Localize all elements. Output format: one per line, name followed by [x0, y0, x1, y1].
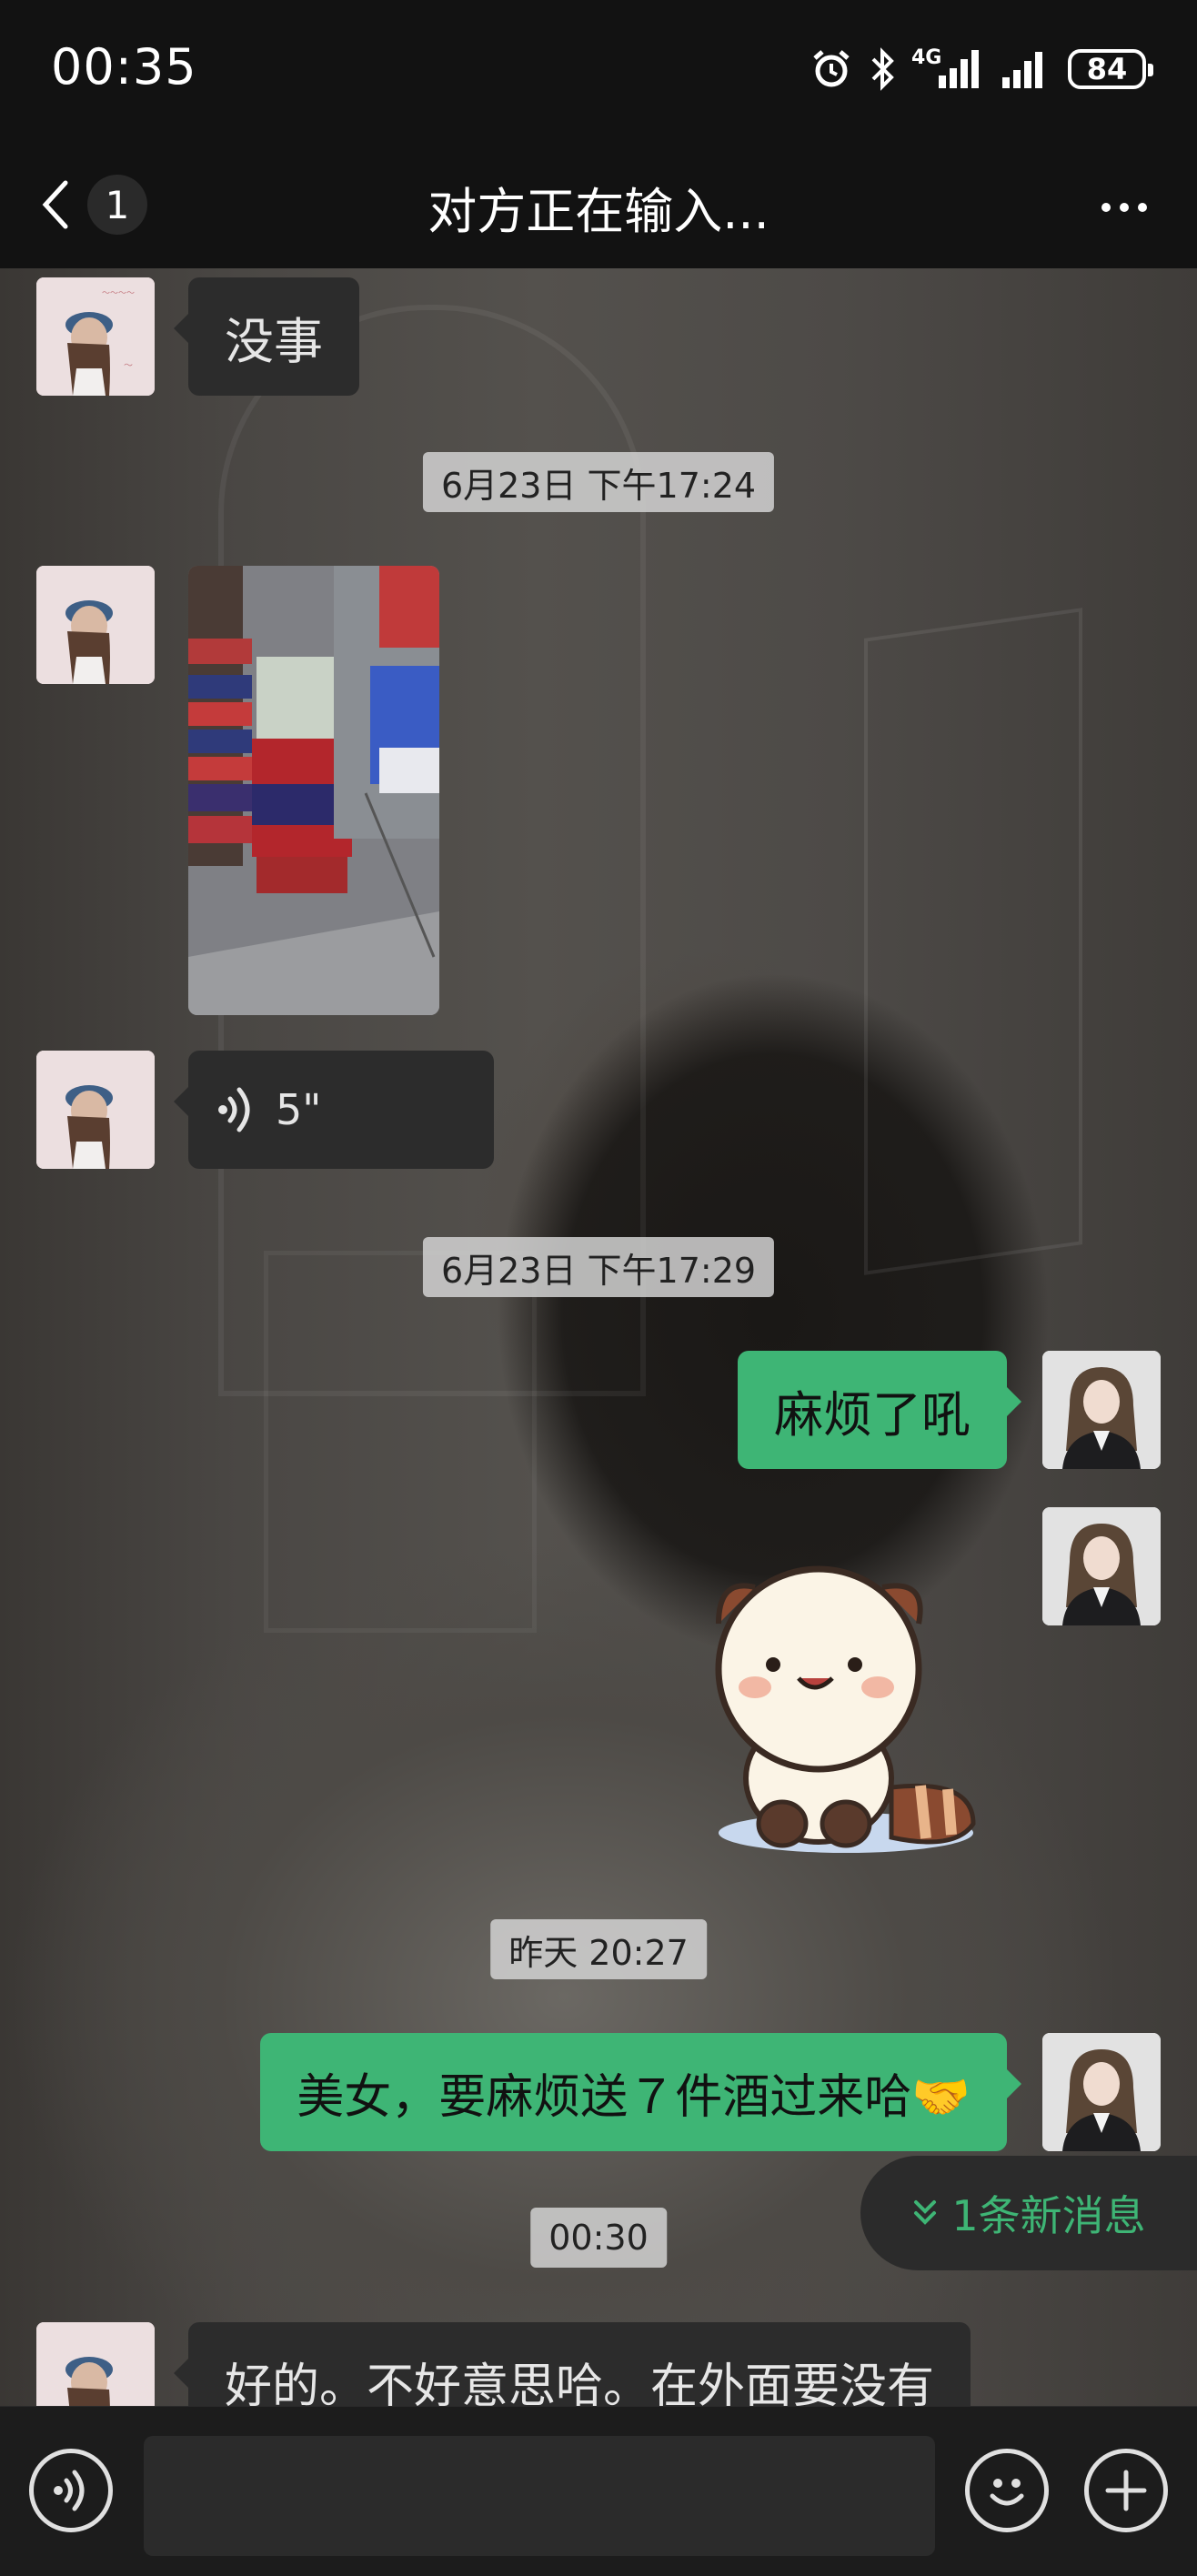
emoji-icon: [990, 2479, 1024, 2506]
contact-avatar[interactable]: [36, 2322, 155, 2406]
bluetooth-icon: [871, 47, 894, 91]
chat-title: 对方正在输入...: [428, 183, 770, 240]
status-bar: 00:35 4G 84: [0, 0, 1197, 146]
status-time: 00:35: [51, 38, 197, 96]
sticker-message[interactable]: [682, 1551, 991, 1860]
message-text: 好的。不好意思哈。在外面要没有: [225, 2359, 935, 2407]
message-input[interactable]: [144, 2436, 935, 2556]
photo-message[interactable]: [188, 566, 439, 1015]
voice-input-button[interactable]: [29, 2449, 113, 2532]
chat-area[interactable]: ～～～～ ～ 没事 6月23日 下午17:24 5" 6月23日 下午17:29…: [0, 268, 1197, 2406]
emoji-button[interactable]: [965, 2449, 1049, 2532]
timestamp: 6月23日 下午17:29: [422, 1237, 775, 1297]
more-functions-button[interactable]: [1084, 2449, 1168, 2532]
back-button[interactable]: 1: [36, 164, 164, 246]
new-messages-label: 1条新消息: [951, 2191, 1146, 2240]
my-avatar[interactable]: [1042, 2033, 1161, 2151]
message-bubble-incoming[interactable]: 好的。不好意思哈。在外面要没有: [173, 2322, 971, 2407]
alarm-icon: [813, 50, 850, 87]
nav-bar: 1 对方正在输入...: [0, 146, 1197, 268]
my-avatar[interactable]: [1042, 1507, 1161, 1625]
status-icons: 4G 84: [810, 42, 1153, 96]
timestamp: 昨天 20:27: [490, 1919, 707, 1979]
more-dots-icon: [1101, 203, 1111, 212]
timestamp: 00:30: [530, 2208, 667, 2268]
signal-4g-icon: 4G: [911, 46, 984, 92]
svg-text:～: ～: [124, 361, 133, 371]
red-panda-sticker: [715, 1565, 976, 1853]
svg-text:～～～～: ～～～～: [102, 289, 135, 298]
voice-duration: 5": [276, 1085, 322, 1134]
background-mirror: [864, 608, 1082, 1275]
message-bubble-incoming[interactable]: 没事: [174, 277, 359, 396]
contact-avatar[interactable]: [36, 1051, 155, 1169]
voice-wave-icon: [54, 2470, 85, 2511]
plus-icon: [1105, 2470, 1147, 2511]
message-text: 没事: [225, 312, 323, 370]
message-text: 美女，要麻烦送７件酒过来哈🤝: [297, 2069, 971, 2125]
background-door-panel: [264, 1251, 537, 1633]
battery-indicator: 84: [1068, 49, 1153, 89]
message-bubble-outgoing[interactable]: 麻烦了吼: [738, 1351, 1021, 1469]
message-bubble-outgoing[interactable]: 美女，要麻烦送７件酒过来哈🤝: [260, 2033, 1021, 2151]
back-chevron-icon: [42, 180, 68, 229]
double-chevron-down-icon: [914, 2200, 937, 2225]
more-button[interactable]: [1088, 171, 1161, 244]
new-messages-button[interactable]: 1条新消息: [860, 2156, 1197, 2270]
photo-thumbnail: [188, 566, 439, 1015]
timestamp: 6月23日 下午17:24: [422, 452, 775, 512]
my-avatar[interactable]: [1042, 1351, 1161, 1469]
unread-count-badge: 1: [87, 175, 147, 235]
battery-level: 84: [1086, 52, 1128, 86]
contact-avatar-image: ～～～～ ～: [36, 277, 155, 396]
message-text: 麻烦了吼: [774, 1385, 971, 1444]
signal-icon: [1002, 52, 1042, 88]
my-avatar-image: [1042, 1351, 1161, 1469]
voice-message[interactable]: 5": [174, 1051, 494, 1169]
contact-avatar[interactable]: [36, 566, 155, 684]
voice-wave-icon: [218, 1087, 250, 1132]
input-bar: [0, 2406, 1197, 2576]
contact-avatar[interactable]: ～～～～ ～: [36, 277, 155, 396]
